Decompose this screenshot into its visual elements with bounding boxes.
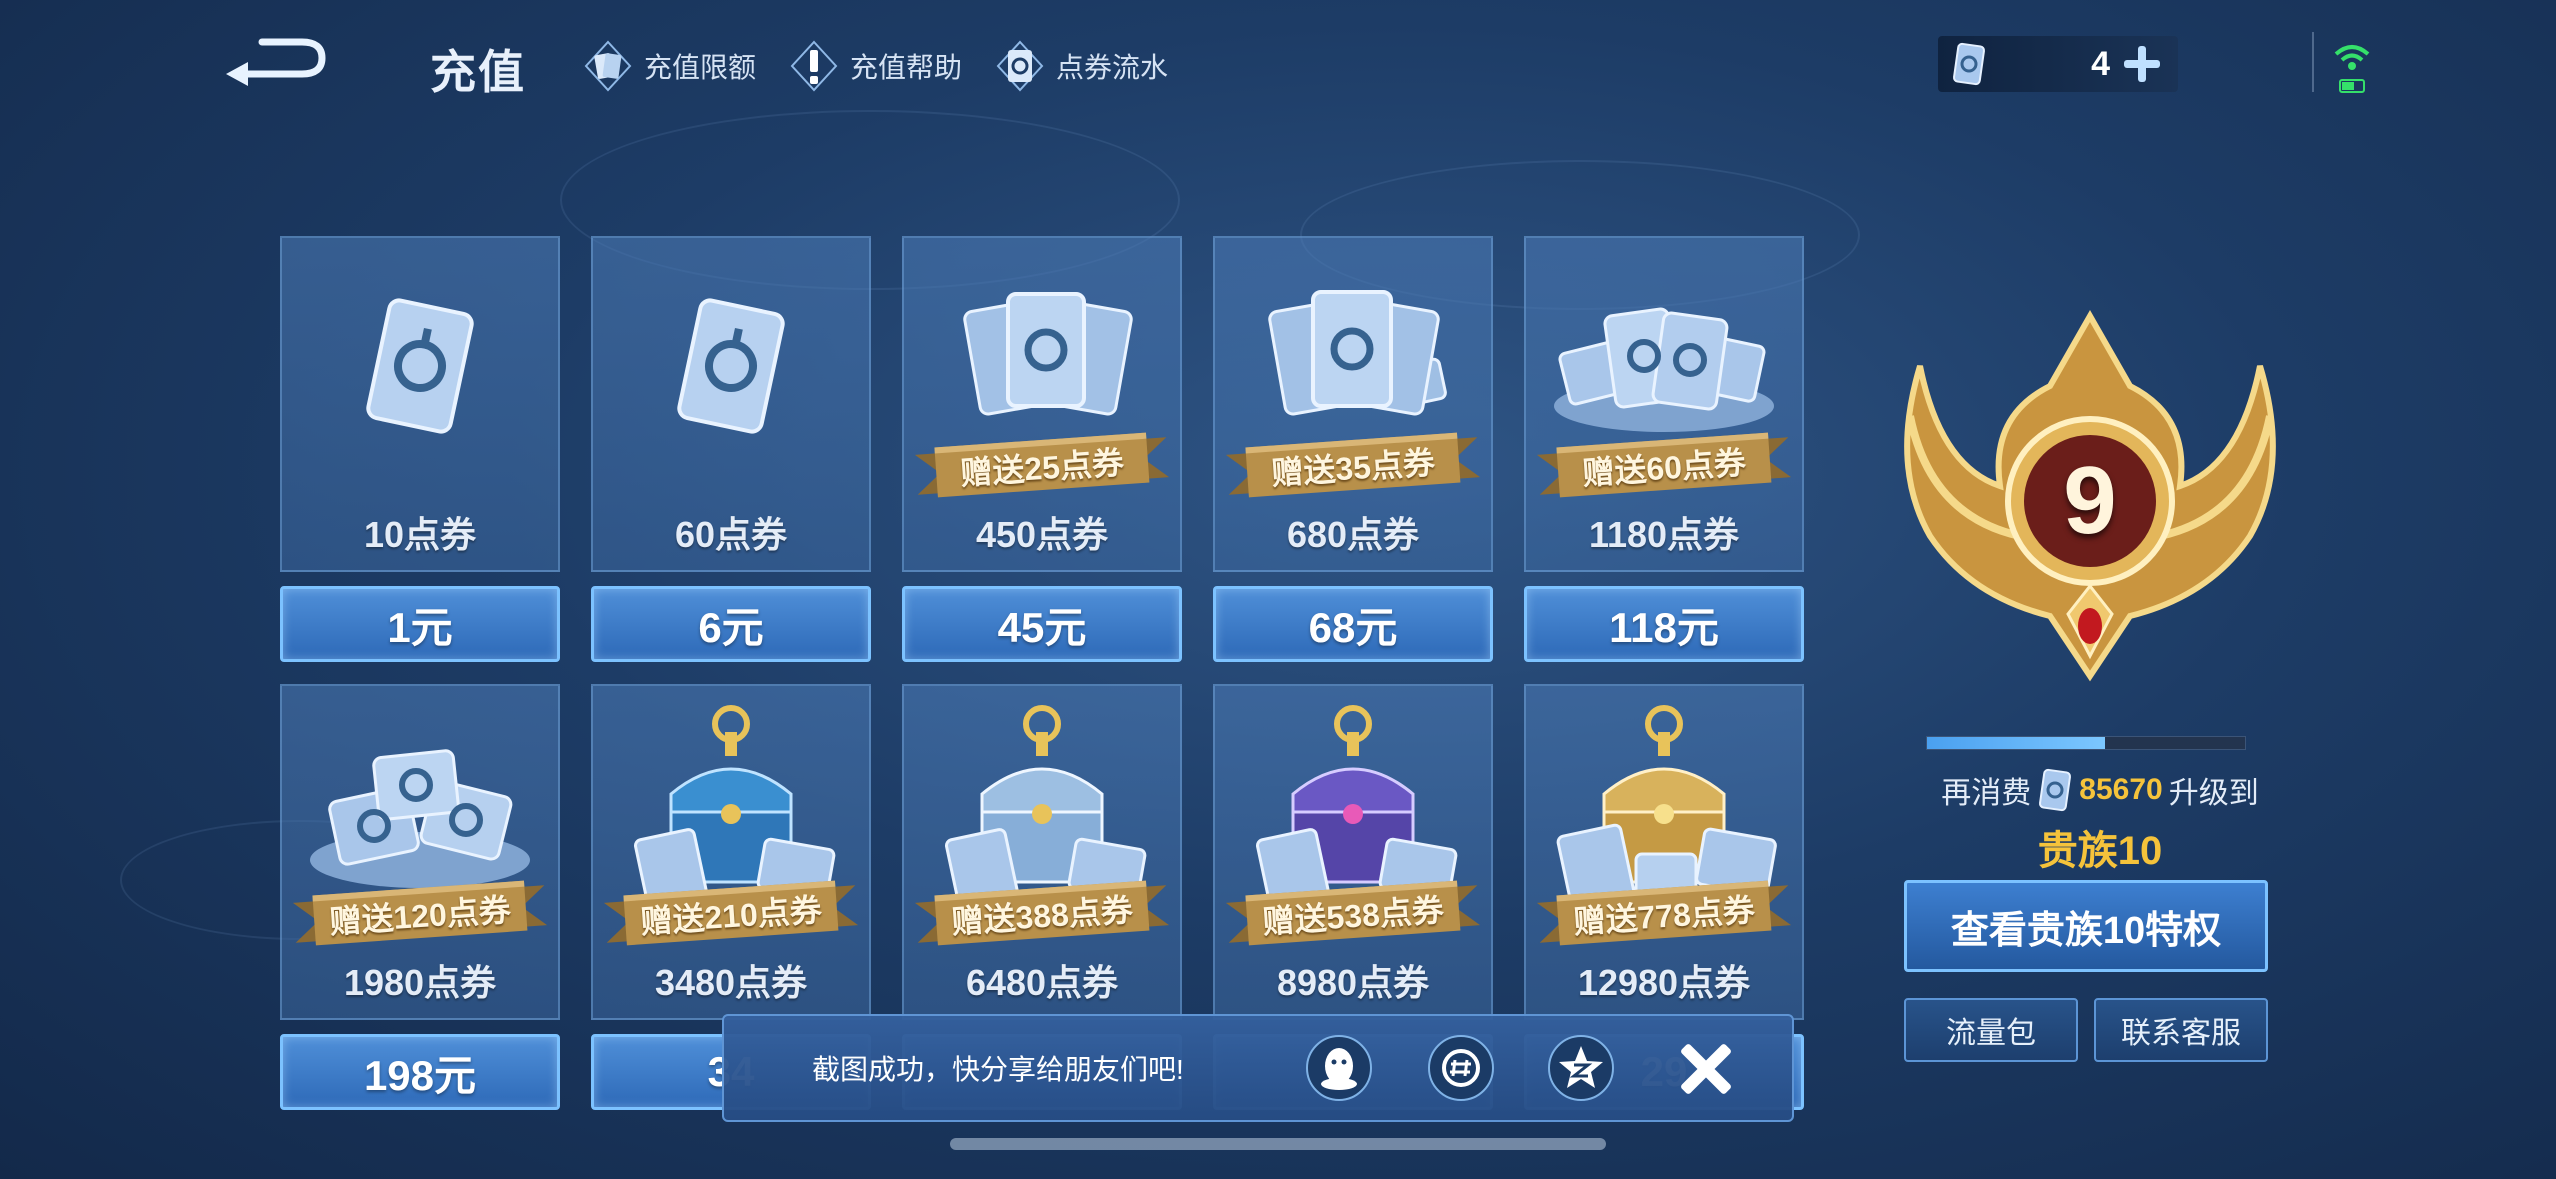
package-card[interactable]: 赠送60点券 1180点券 118元 [1524,236,1804,664]
coupon-single-icon [366,298,474,434]
progress-fill [1927,737,2106,749]
divider [2312,32,2314,92]
coupon-amount: 1980点券 [343,962,497,1003]
coupon-amount: 680点券 [1286,514,1420,555]
coupon-amount: 1180点券 [1588,514,1740,555]
price-button[interactable]: 6元 [591,586,871,662]
recharge-help-label: 充值帮助 [850,52,963,83]
consume-amount: 85670 [2079,773,2163,806]
next-noble-level: 贵族10 [2037,829,2163,873]
page-title: 充值 [430,46,526,98]
coupon-amount: 450点券 [975,514,1109,555]
coupon-balance: 4 [1938,36,2178,92]
coupon-amount: 8980点券 [1276,962,1430,1003]
balance-value: 4 [2091,44,2110,83]
recharge-grid: 10点券 1元 60点券 6元 赠送25点券 450点券 45元 赠送35点券 … [280,236,1806,1112]
noble-progress-bar [1926,736,2246,750]
recharge-help-link[interactable]: 充值帮助 [790,40,962,92]
coupon-amount: 12980点券 [1577,962,1751,1003]
wifi-icon [2334,45,2370,93]
wechat-icon [1428,1035,1494,1101]
card-icon [584,40,632,92]
toast-message: 截图成功，快分享给朋友们吧! [812,1054,1184,1085]
back-button[interactable] [222,34,332,90]
view-privilege-button[interactable]: 查看贵族10特权 [1904,880,2268,972]
traffic-package-button[interactable]: 流量包 [1904,998,2078,1062]
screenshot-toast: 截图成功，快分享给朋友们吧! [722,1014,1794,1122]
share-qzone-button[interactable] [1546,1032,1616,1104]
coupon-amount: 3480点券 [654,962,808,1003]
contact-service-button[interactable]: 联系客服 [2094,998,2268,1062]
network-status [2330,36,2374,96]
qq-icon [1306,1035,1372,1101]
coupon-amount: 60点券 [674,514,788,555]
price-button[interactable]: 45元 [902,586,1182,662]
package-card[interactable]: 10点券 1元 [280,236,560,664]
recharge-limit-link[interactable]: 充值限额 [584,40,756,92]
coupon-amount: 10点券 [363,514,477,555]
package-card[interactable]: 赠送35点券 680点券 68元 [1213,236,1493,664]
price-button[interactable]: 1元 [280,586,560,662]
consume-prefix: 再消费 [1941,777,2032,810]
package-card[interactable]: 60点券 6元 [591,236,871,664]
price-button[interactable]: 118元 [1524,586,1804,662]
add-coupon-icon[interactable] [2120,42,2164,86]
exclamation-icon [790,40,838,92]
price-button[interactable]: 68元 [1213,586,1493,662]
package-card[interactable]: 赠送120点券 1980点券 198元 [280,684,560,1112]
coupon-single-icon [677,298,785,434]
recharge-limit-label: 充值限额 [644,52,757,83]
coupon-amount: 6480点券 [965,962,1119,1003]
coupon-flow-link[interactable]: 点券流水 [996,40,1168,92]
coupon-flow-label: 点券流水 [1056,52,1169,83]
share-wechat-button[interactable] [1426,1032,1496,1104]
home-indicator[interactable] [950,1138,1606,1150]
coupon-flow-icon [996,40,1044,92]
noble-badge[interactable]: 9 [1850,296,2330,696]
share-qq-button[interactable] [1304,1032,1374,1104]
consume-info: 再消费 85670 升级到 [1900,768,2300,812]
qzone-icon [1548,1035,1614,1101]
coupon-icon [1952,42,1986,86]
consume-suffix: 升级到 [2168,777,2259,810]
noble-level-number: 9 [2063,447,2117,554]
coupon-icon [2039,768,2072,812]
close-icon[interactable] [1670,1034,1740,1104]
back-arrow-icon [226,38,326,86]
package-card[interactable]: 赠送25点券 450点券 45元 [902,236,1182,664]
price-button[interactable]: 198元 [280,1034,560,1110]
